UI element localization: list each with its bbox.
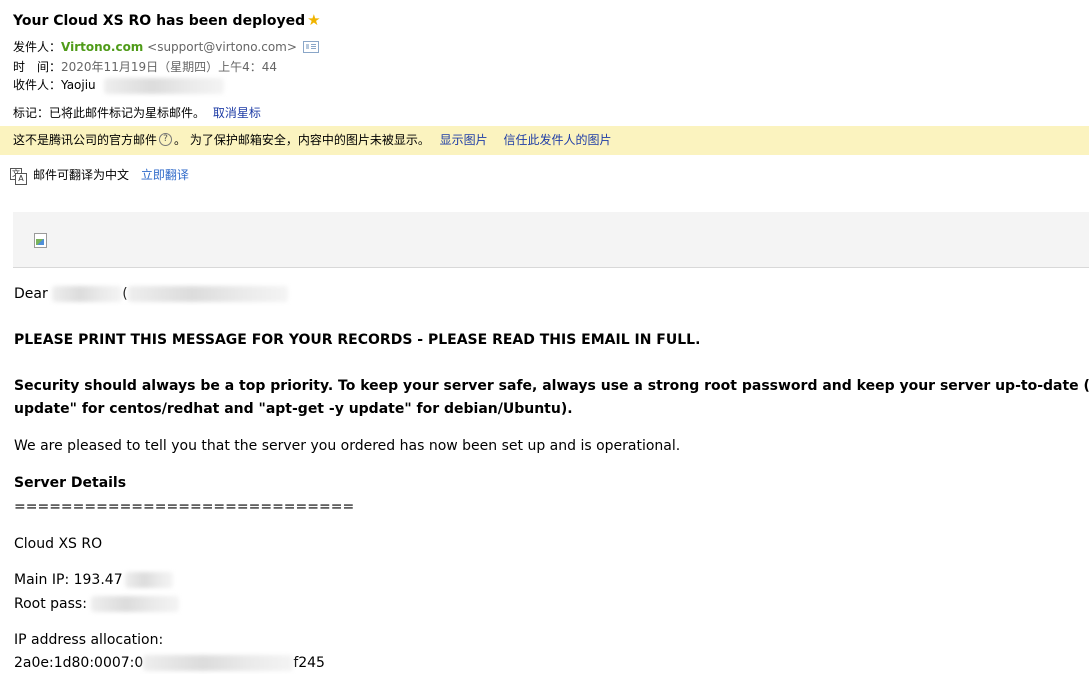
translate-row: 文A 邮件可翻译为中文 立即翻译 (10, 166, 189, 185)
redacted-ip (124, 572, 173, 588)
to-label: 收件人： (13, 78, 62, 92)
to-row: 收件人：Yaojiu (13, 76, 224, 94)
ip-allocation-label: IP address allocation: (14, 632, 164, 648)
warning-text-2: 。 为了保护邮箱安全，内容中的图片未被显示。 (174, 133, 430, 147)
translate-icon: 文A (10, 168, 27, 185)
warning-text: 这不是腾讯公司的官方邮件 (13, 133, 158, 147)
image-warning-bar: 这不是腾讯公司的官方邮件?。 为了保护邮箱安全，内容中的图片未被显示。 显示图片… (0, 126, 1089, 155)
mark-text: 已将此邮件标记为星标邮件。 (49, 106, 206, 120)
broken-image-icon (33, 233, 47, 248)
greeting-text: Dear (14, 286, 48, 302)
main-ip-line: Main IP: 193.47 (14, 572, 173, 588)
main-ip-text: Main IP: 193.47 (14, 572, 123, 588)
star-icon[interactable]: ★ (307, 11, 320, 29)
redacted-recipient (103, 77, 224, 94)
greeting-line: Dear ( (14, 286, 288, 302)
subject-text: Your Cloud XS RO has been deployed (13, 13, 306, 29)
sender-name[interactable]: Virtono.com (61, 40, 143, 54)
root-pass-text: Root pass: (14, 596, 87, 612)
server-details-heading: Server Details (14, 475, 127, 491)
redacted-password (91, 596, 180, 612)
help-icon[interactable]: ? (159, 133, 173, 146)
mark-label: 标记： (13, 106, 50, 120)
translate-text: 邮件可翻译为中文 (33, 168, 130, 182)
greeting-tail: ( (122, 286, 128, 302)
ipv6-line: 2a0e:1d80:0007:0 f245 (14, 655, 325, 671)
show-images-link[interactable]: 显示图片 (440, 133, 488, 147)
separator-line: ============================= (14, 499, 355, 515)
from-label: 发件人： (13, 40, 62, 54)
ipv6-start: 2a0e:1d80:0007:0 (14, 655, 144, 671)
contact-card-icon[interactable] (302, 40, 319, 53)
trust-sender-link[interactable]: 信任此发件人的图片 (504, 133, 612, 147)
translate-now-link[interactable]: 立即翻译 (141, 168, 189, 182)
ipv6-end: f245 (293, 655, 325, 671)
product-name: Cloud XS RO (14, 536, 103, 552)
mark-row: 标记：已将此邮件标记为星标邮件。 取消星标 (13, 104, 261, 121)
time-row: 时 间：2020年11月19日（星期四）上午4：44 (13, 58, 277, 75)
security-line-1: Security should always be a top priority… (14, 378, 1089, 394)
pleased-paragraph: We are pleased to tell you that the serv… (14, 438, 681, 454)
root-pass-line: Root pass: (14, 596, 180, 612)
print-notice: PLEASE PRINT THIS MESSAGE FOR YOUR RECOR… (14, 332, 701, 348)
time-label: 时 间： (13, 60, 62, 74)
email-subject: Your Cloud XS RO has been deployed ★ (13, 11, 321, 29)
sender-address[interactable]: <support@virtono.com> (147, 40, 297, 54)
redacted-ipv6 (143, 655, 294, 671)
redacted-username (127, 286, 288, 302)
email-banner (13, 212, 1089, 268)
recipient-name[interactable]: Yaojiu (61, 78, 96, 92)
time-value: 2020年11月19日（星期四）上午4：44 (61, 60, 277, 74)
redacted-name (52, 286, 123, 302)
security-line-2: update" for centos/redhat and "apt-get -… (14, 401, 573, 417)
from-row: 发件人：Virtono.com <support@virtono.com> (13, 38, 319, 55)
cancel-star-link[interactable]: 取消星标 (213, 106, 261, 120)
